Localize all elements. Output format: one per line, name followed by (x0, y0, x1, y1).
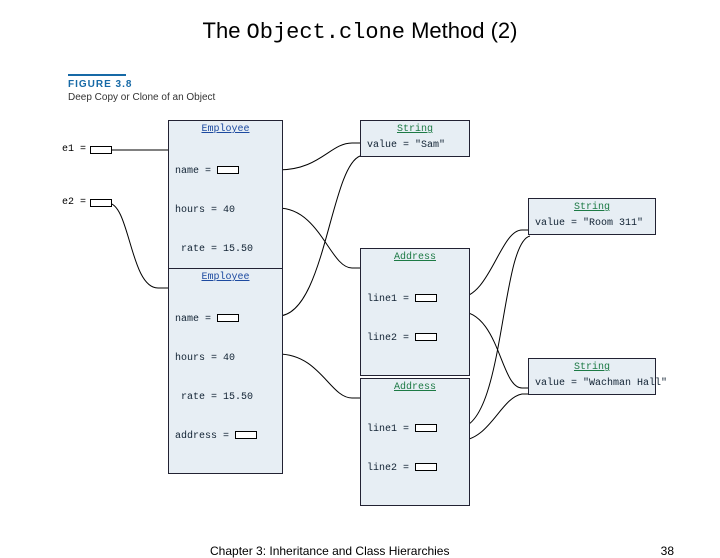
string-sam-header: String (361, 121, 469, 137)
diagram-canvas: e1 = e2 = Employee name = hours = 40 rat… (60, 108, 660, 508)
string-room-header: String (529, 199, 655, 215)
string-sam-value: value = "Sam" (361, 137, 469, 156)
title-suffix: Method (2) (405, 18, 518, 43)
string-room-value: value = "Room 311" (529, 215, 655, 234)
addr1-line1-label: line1 = (367, 294, 415, 305)
employee-1-header: Employee (169, 121, 282, 137)
emp2-hours: hours = 40 (175, 352, 276, 365)
emp1-rate: rate = 15.50 (175, 243, 276, 256)
box-string-room311: String value = "Room 311" (528, 198, 656, 235)
addr1-line1-slot (415, 294, 437, 302)
box-string-wachman: String value = "Wachman Hall" (528, 358, 656, 395)
string-wach-header: String (529, 359, 655, 375)
slide-title: The Object.clone Method (2) (0, 18, 720, 45)
footer-chapter: Chapter 3: Inheritance and Class Hierarc… (210, 544, 449, 558)
ref-e1: e1 = (62, 144, 86, 155)
addr2-line2-label: line2 = (367, 463, 415, 474)
figure-title: Deep Copy or Clone of an Object (68, 92, 215, 103)
employee-2-header: Employee (169, 269, 282, 285)
addr2-line2-slot (415, 463, 437, 471)
title-prefix: The (203, 18, 247, 43)
addr1-line2-slot (415, 333, 437, 341)
figure-rule (68, 74, 126, 76)
emp2-name-label: name = (175, 314, 217, 325)
emp2-addr-slot (235, 431, 257, 439)
box-address-2: Address line1 = line2 = (360, 378, 470, 506)
address-1-header: Address (361, 249, 469, 265)
ref-e2-slot (90, 199, 112, 207)
ref-e1-slot (90, 146, 112, 154)
emp2-addr-label: address = (175, 431, 235, 442)
emp1-name-label: name = (175, 166, 217, 177)
box-string-sam: String value = "Sam" (360, 120, 470, 157)
ref-e2: e2 = (62, 197, 86, 208)
address-2-header: Address (361, 379, 469, 395)
addr1-line2-label: line2 = (367, 333, 415, 344)
figure-label: FIGURE 3.8 (68, 79, 215, 90)
addr2-line1-label: line1 = (367, 424, 415, 435)
string-wach-value: value = "Wachman Hall" (529, 375, 655, 394)
emp1-name-slot (217, 166, 239, 174)
emp2-name-slot (217, 314, 239, 322)
figure-caption-block: FIGURE 3.8 Deep Copy or Clone of an Obje… (68, 74, 215, 103)
title-code: Object.clone (247, 20, 405, 45)
emp2-rate: rate = 15.50 (175, 391, 276, 404)
emp1-hours: hours = 40 (175, 204, 276, 217)
box-address-1: Address line1 = line2 = (360, 248, 470, 376)
box-employee-2: Employee name = hours = 40 rate = 15.50 … (168, 268, 283, 474)
footer-page: 38 (661, 544, 674, 558)
addr2-line1-slot (415, 424, 437, 432)
